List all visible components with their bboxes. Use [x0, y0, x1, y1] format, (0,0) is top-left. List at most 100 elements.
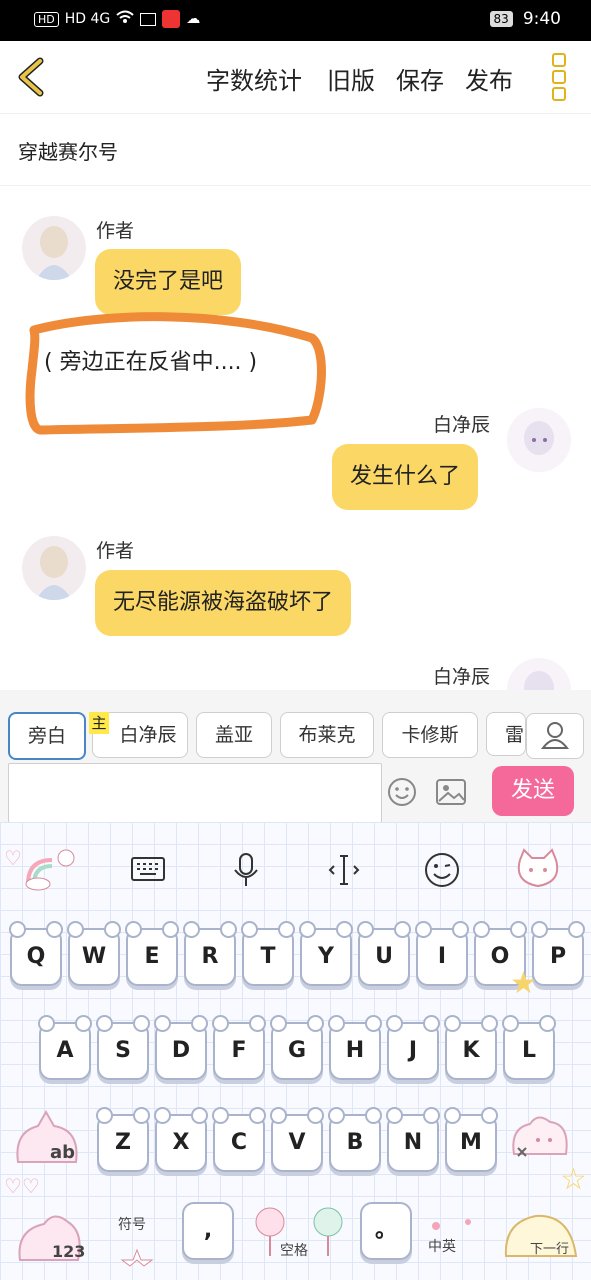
- key-ear-decoration: [357, 921, 374, 938]
- key-f[interactable]: F: [212, 1015, 266, 1080]
- wifi-icon: [116, 10, 134, 28]
- key-ear-decoration: [307, 1015, 324, 1032]
- character-avatar[interactable]: [507, 658, 571, 690]
- numbers-key[interactable]: 123: [14, 1204, 86, 1268]
- key-e[interactable]: E: [125, 921, 179, 986]
- more-menu-icon[interactable]: [549, 53, 569, 103]
- key-ear-decoration: [183, 921, 200, 938]
- key-g[interactable]: G: [270, 1015, 324, 1080]
- key-n[interactable]: N: [386, 1107, 440, 1172]
- key-ear-decoration: [191, 1015, 208, 1032]
- key-t[interactable]: T: [241, 921, 295, 986]
- key-y[interactable]: Y: [299, 921, 353, 986]
- send-button[interactable]: 发送: [492, 766, 574, 816]
- back-arrow-icon[interactable]: [14, 57, 50, 97]
- language-switch-key[interactable]: 中英: [422, 1214, 484, 1266]
- app-badge-icon: [162, 10, 181, 28]
- key-ear-decoration: [96, 1015, 113, 1032]
- emoji-keyboard-icon[interactable]: [420, 848, 464, 892]
- key-ear-decoration: [481, 1015, 498, 1032]
- story-title[interactable]: 穿越赛尔号: [18, 136, 118, 165]
- key-m[interactable]: M: [444, 1107, 498, 1172]
- key-u[interactable]: U: [357, 921, 411, 986]
- key-ear-decoration: [510, 921, 527, 938]
- character-tab-blake[interactable]: 布莱克: [280, 712, 374, 758]
- key-l[interactable]: L: [502, 1015, 556, 1080]
- key-h[interactable]: H: [328, 1015, 382, 1080]
- symbols-key[interactable]: 符号: [104, 1210, 170, 1268]
- word-count-button[interactable]: 字数统计: [206, 61, 302, 96]
- key-ear-decoration: [531, 921, 548, 938]
- image-icon[interactable]: [434, 776, 468, 808]
- character-tab-label: 白净辰: [119, 724, 177, 746]
- key-ear-decoration: [336, 921, 353, 938]
- next-line-key[interactable]: 下一行: [500, 1204, 584, 1268]
- star-sticker-icon: ☆: [560, 1162, 587, 1197]
- key-ear-decoration: [278, 921, 295, 938]
- rainbow-cloud-icon: [22, 848, 78, 892]
- key-q[interactable]: Q: [9, 921, 63, 986]
- key-ear-decoration: [191, 1107, 208, 1124]
- character-tab-lei[interactable]: 雷: [486, 712, 526, 756]
- cat-sticker-icon: [512, 846, 564, 890]
- key-r[interactable]: R: [183, 921, 237, 986]
- key-ear-decoration: [444, 1107, 461, 1124]
- key-j[interactable]: J: [386, 1015, 440, 1080]
- key-ear-decoration: [481, 1107, 498, 1124]
- key-s[interactable]: S: [96, 1015, 150, 1080]
- key-a[interactable]: A: [38, 1015, 92, 1080]
- key-ear-decoration: [220, 921, 237, 938]
- key-p[interactable]: P: [531, 921, 585, 986]
- character-tab-narrator[interactable]: 旁白: [8, 712, 86, 760]
- key-k[interactable]: K: [444, 1015, 498, 1080]
- message-bubble[interactable]: 发生什么了: [332, 444, 479, 510]
- sender-name: 白净辰: [433, 666, 491, 688]
- key-ear-decoration: [212, 1107, 229, 1124]
- character-avatar[interactable]: [507, 408, 571, 472]
- delete-key[interactable]: [508, 1110, 572, 1166]
- comma-key[interactable]: ,: [182, 1202, 234, 1260]
- main-character-badge: 主: [89, 712, 109, 734]
- author-avatar[interactable]: [22, 536, 86, 600]
- sender-name: 作者: [96, 540, 135, 562]
- key-d[interactable]: D: [154, 1015, 208, 1080]
- key-i[interactable]: I: [415, 921, 469, 986]
- message-bubble[interactable]: 没完了是吧: [95, 249, 242, 315]
- cursor-move-icon[interactable]: [322, 848, 366, 892]
- key-ear-decoration: [473, 921, 490, 938]
- language-label: 中英: [428, 1239, 456, 1255]
- message-bubble[interactable]: 无尽能源被海盗破坏了: [95, 570, 352, 636]
- divider: [0, 185, 591, 186]
- publish-button[interactable]: 发布: [465, 61, 513, 96]
- status-bar: HD HD 4G ☁ 83 9:40: [0, 0, 591, 41]
- sender-name: 白净辰: [433, 414, 491, 436]
- period-key[interactable]: 。: [360, 1202, 412, 1260]
- keyboard-icon[interactable]: [126, 848, 170, 892]
- key-ear-decoration: [444, 1015, 461, 1032]
- space-key[interactable]: 空格: [244, 1204, 354, 1266]
- key-ear-decoration: [249, 1107, 266, 1124]
- shift-key[interactable]: ab: [10, 1108, 84, 1170]
- key-v[interactable]: V: [270, 1107, 324, 1172]
- character-tab-kaxiusi[interactable]: 卡修斯: [382, 712, 478, 758]
- key-w[interactable]: W: [67, 921, 121, 986]
- key-z[interactable]: Z: [96, 1107, 150, 1172]
- key-ear-decoration: [328, 1015, 345, 1032]
- emoji-icon[interactable]: [386, 776, 418, 808]
- key-ear-decoration: [307, 1107, 324, 1124]
- user-icon[interactable]: [526, 713, 584, 759]
- author-avatar[interactable]: [22, 216, 86, 280]
- key-ear-decoration: [386, 1107, 403, 1124]
- key-b[interactable]: B: [328, 1107, 382, 1172]
- character-tab-gaiya[interactable]: 盖亚: [196, 712, 272, 758]
- key-ear-decoration: [96, 1107, 113, 1124]
- old-version-button[interactable]: 旧版: [327, 61, 375, 96]
- key-c[interactable]: C: [212, 1107, 266, 1172]
- message-input[interactable]: [8, 763, 382, 823]
- microphone-icon[interactable]: [224, 848, 268, 892]
- next-line-label: 下一行: [530, 1242, 570, 1257]
- key-x[interactable]: X: [154, 1107, 208, 1172]
- narration-text[interactable]: ( 旁边正在反省中.... ): [44, 344, 257, 376]
- save-button[interactable]: 保存: [396, 61, 444, 96]
- notification-icon: [140, 12, 157, 26]
